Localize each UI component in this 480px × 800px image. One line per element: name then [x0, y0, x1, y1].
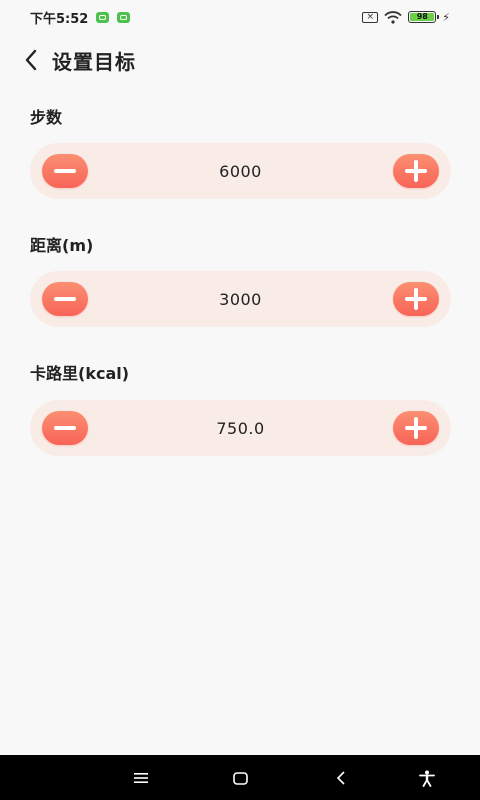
- distance-value: 3000: [219, 289, 262, 309]
- wifi-icon: [384, 10, 402, 24]
- steps-stepper: 6000: [30, 143, 451, 199]
- distance-increase-button[interactable]: [393, 282, 439, 316]
- calories-decrease-button[interactable]: [42, 411, 88, 445]
- chevron-left-icon[interactable]: [24, 46, 48, 74]
- plus-icon: [405, 417, 427, 439]
- minus-icon: [54, 297, 76, 301]
- battery-level: 98: [410, 13, 435, 21]
- charging-icon: ⚡: [442, 10, 450, 24]
- back-icon[interactable]: [330, 767, 352, 789]
- calories-label: 卡路里(kcal): [30, 364, 130, 383]
- distance-stepper: 3000: [30, 271, 451, 327]
- notification-app-icon: [117, 11, 131, 23]
- plus-icon: [405, 288, 427, 310]
- steps-increase-button[interactable]: [393, 154, 439, 188]
- notification-app-icon: [96, 11, 110, 23]
- header: 设置目标: [24, 44, 136, 76]
- battery-icon: 98: [408, 11, 440, 23]
- status-bar: 下午5:52 × 98 ⚡: [0, 0, 480, 34]
- menu-icon[interactable]: [130, 767, 152, 789]
- minus-icon: [54, 426, 76, 430]
- minus-icon: [54, 169, 76, 173]
- system-nav-bar: [0, 755, 480, 800]
- calories-stepper: 750.0: [30, 400, 451, 456]
- page-title: 设置目标: [52, 49, 136, 74]
- steps-value: 6000: [219, 161, 262, 181]
- plus-icon: [405, 160, 427, 182]
- no-sim-icon: ×: [362, 11, 379, 23]
- distance-label: 距离(m): [30, 236, 94, 255]
- home-icon[interactable]: [229, 767, 251, 789]
- calories-increase-button[interactable]: [393, 411, 439, 445]
- calories-value: 750.0: [216, 418, 265, 438]
- steps-label: 步数: [30, 108, 63, 127]
- status-time: 下午5:52: [30, 11, 89, 27]
- accessibility-icon[interactable]: [416, 767, 438, 789]
- distance-decrease-button[interactable]: [42, 282, 88, 316]
- steps-decrease-button[interactable]: [42, 154, 88, 188]
